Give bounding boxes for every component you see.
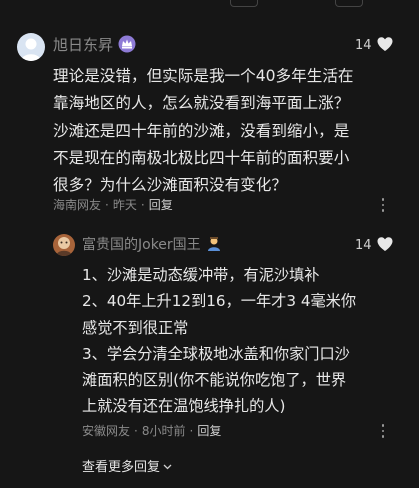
reply-line: 1、沙滩是动态缓冲带，有泥沙填补 bbox=[82, 266, 320, 284]
dot-separator: · bbox=[140, 198, 145, 212]
comment-location: 海南网友 bbox=[53, 198, 102, 212]
chevron-down-icon bbox=[163, 459, 172, 474]
default-avatar-icon bbox=[17, 33, 45, 61]
comment-meta: 海南网友 · 昨天 · 回复 bbox=[53, 196, 173, 213]
like-count: 14 bbox=[355, 38, 372, 53]
reply-time: 8小时前 bbox=[141, 424, 186, 438]
level-badge-icon bbox=[118, 35, 136, 57]
comment-body: 理论是没错，但实际是我一个40多年生活在 靠海地区的人，怎么就没看到海平面上涨？… bbox=[53, 63, 354, 199]
dot-separator: · bbox=[134, 424, 138, 438]
reply-line: 上就没有还在温饱线挣扎的人) bbox=[82, 397, 286, 416]
heart-icon bbox=[376, 236, 394, 256]
username-text[interactable]: 富贵国的Joker国王 bbox=[82, 237, 201, 253]
reply-username[interactable]: 富贵国的Joker国王 bbox=[82, 234, 222, 256]
username-text[interactable]: 旭日东昇 bbox=[53, 36, 113, 54]
comment-line: 靠海地区的人，怎么就没看到海平面上涨？ bbox=[53, 94, 350, 113]
previous-item-fragment bbox=[335, 0, 363, 7]
more-options-icon[interactable] bbox=[381, 198, 385, 214]
like-button[interactable]: 14 bbox=[355, 236, 394, 256]
see-more-replies-button[interactable]: 查看更多回复 bbox=[82, 456, 172, 475]
see-more-label: 查看更多回复 bbox=[82, 460, 161, 475]
top-edge bbox=[0, 0, 419, 20]
reply-location: 安徽网友 bbox=[82, 424, 131, 438]
reply-line: 感觉不到很正常 bbox=[82, 318, 189, 337]
reply-body: 1、沙滩是动态缓冲带，有泥沙填补 2、40年上升12到16，一年才3 4毫米你 … bbox=[82, 262, 356, 420]
reply-meta: 安徽网友 · 8小时前 · 回复 bbox=[82, 422, 221, 439]
emoji-person-icon bbox=[206, 236, 222, 256]
reply-line: 2、40年上升12到16，一年才3 4毫米你 bbox=[82, 292, 357, 311]
avatar[interactable] bbox=[53, 234, 75, 256]
comment-line: 不是现在的南极北极比四十年前的面积要小 bbox=[53, 148, 350, 167]
comment-line: 理论是没错，但实际是我一个40多年生活在 bbox=[53, 67, 354, 85]
like-count: 14 bbox=[355, 238, 372, 253]
user-avatar-icon bbox=[53, 234, 75, 256]
like-button[interactable]: 14 bbox=[355, 36, 394, 56]
reply-button[interactable]: 回复 bbox=[149, 198, 173, 212]
dot-separator: · bbox=[189, 424, 194, 438]
reply-line: 3、学会分清全球极地冰盖和你家门口沙 bbox=[82, 344, 350, 363]
reply-button[interactable]: 回复 bbox=[197, 424, 221, 438]
heart-icon bbox=[376, 36, 394, 56]
comment-username[interactable]: 旭日东昇 bbox=[53, 34, 136, 57]
comment-line: 沙滩还是四十年前的沙滩，没看到缩小，是 bbox=[53, 121, 350, 140]
comment-time: 昨天 bbox=[112, 198, 137, 212]
more-options-icon[interactable] bbox=[381, 424, 385, 440]
reply-line: 滩面积的区别(你不能说你吃饱了，世界 bbox=[82, 371, 347, 390]
avatar[interactable] bbox=[17, 33, 45, 61]
dot-separator: · bbox=[105, 198, 109, 212]
previous-item-fragment bbox=[230, 0, 258, 7]
